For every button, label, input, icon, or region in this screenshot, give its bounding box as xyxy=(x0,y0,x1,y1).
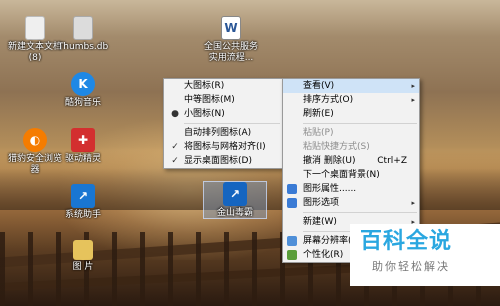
menu-item-next-background[interactable]: 下一个桌面背景(N) xyxy=(283,168,419,182)
desktop-icon-label: Thumbs.db xyxy=(57,42,109,52)
menu-item-show-desktop-icons[interactable]: ✓ 显示桌面图标(D) xyxy=(164,154,282,168)
menu-item-graphics-options[interactable]: 图形选项 ▸ xyxy=(283,196,419,210)
desktop-icon-label: 金山毒霸 xyxy=(216,208,253,218)
driver-genius-icon: ✚ xyxy=(71,128,95,152)
word-document-icon: W xyxy=(221,16,241,40)
menu-item-undo-delete[interactable]: 撤消 删除(U) Ctrl+Z xyxy=(283,154,419,168)
menu-separator xyxy=(184,123,280,124)
screen-resolution-icon xyxy=(287,236,297,246)
desktop-icon-label: 酷狗音乐 xyxy=(64,98,101,108)
text-document-icon xyxy=(25,16,45,40)
desktop-icon-kingsoft-antivirus[interactable]: ↗ 金山毒霸 xyxy=(203,181,267,219)
graphics-properties-icon xyxy=(287,184,297,194)
file-icon xyxy=(73,16,93,40)
kingsoft-antivirus-icon: ↗ xyxy=(223,182,247,206)
view-submenu: 大图标(R) 中等图标(M) ● 小图标(N) 自动排列图标(A) ✓ 将图标与… xyxy=(163,78,283,169)
menu-item-medium-icons[interactable]: 中等图标(M) xyxy=(164,93,282,107)
shortcut-label: Ctrl+Z xyxy=(377,156,407,166)
submenu-arrow-icon: ▸ xyxy=(411,96,415,104)
kugou-icon: K xyxy=(71,72,95,96)
desktop-icon-thumbs-db[interactable]: Thumbs.db xyxy=(52,16,114,53)
menu-item-view[interactable]: 查看(V) ▸ xyxy=(283,79,419,93)
menu-item-graphics-properties[interactable]: 图形属性...... xyxy=(283,182,419,196)
desktop-icon-word-document[interactable]: W 全国公共服务实用流程... xyxy=(200,16,262,64)
graphics-options-icon xyxy=(287,198,297,208)
menu-item-auto-arrange[interactable]: 自动排列图标(A) xyxy=(164,126,282,140)
menu-separator xyxy=(303,123,417,124)
desktop-icon-label: 图 片 xyxy=(72,262,94,272)
folder-icon xyxy=(73,240,93,260)
watermark-subtitle: 助你轻松解决 xyxy=(372,260,450,273)
submenu-arrow-icon: ▸ xyxy=(411,199,415,207)
menu-item-large-icons[interactable]: 大图标(R) xyxy=(164,79,282,93)
desktop-icon-label: 驱动精灵 xyxy=(64,154,101,164)
menu-item-sort-by[interactable]: 排序方式(O) ▸ xyxy=(283,93,419,107)
checkmark-icon: ✓ xyxy=(171,156,179,166)
system-helper-icon: ↗ xyxy=(71,184,95,208)
desktop-icon-label: 全国公共服务实用流程... xyxy=(203,42,258,63)
desktop-icon-label: 系统助手 xyxy=(64,210,101,220)
menu-item-small-icons[interactable]: ● 小图标(N) xyxy=(164,107,282,121)
desktop-background[interactable]: 新建文本文档(8) Thumbs.db W 全国公共服务实用流程... K 酷狗… xyxy=(0,0,500,306)
desktop-icon-system-helper[interactable]: ↗ 系统助手 xyxy=(52,184,114,221)
radio-bullet-icon: ● xyxy=(171,109,179,119)
menu-separator xyxy=(303,212,417,213)
checkmark-icon: ✓ xyxy=(171,142,179,152)
desktop-icon-kugou[interactable]: K 酷狗音乐 xyxy=(52,72,114,109)
menu-item-align-to-grid[interactable]: ✓ 将图标与网格对齐(I) xyxy=(164,140,282,154)
menu-item-refresh[interactable]: 刷新(E) xyxy=(283,107,419,121)
menu-item-paste-shortcut[interactable]: 粘贴快捷方式(S) xyxy=(283,140,419,154)
personalize-icon xyxy=(287,250,297,260)
menu-item-paste[interactable]: 粘贴(P) xyxy=(283,126,419,140)
submenu-arrow-icon: ▸ xyxy=(411,82,415,90)
desktop-icon-pictures-folder[interactable]: 图 片 xyxy=(52,240,114,273)
desktop-icon-driver-genius[interactable]: ✚ 驱动精灵 xyxy=(52,128,114,165)
liebao-browser-icon: ◐ xyxy=(23,128,47,152)
watermark-title: 百科全说 xyxy=(360,229,453,254)
watermark-logo: 百科全说 助你轻松解决 xyxy=(350,224,500,286)
